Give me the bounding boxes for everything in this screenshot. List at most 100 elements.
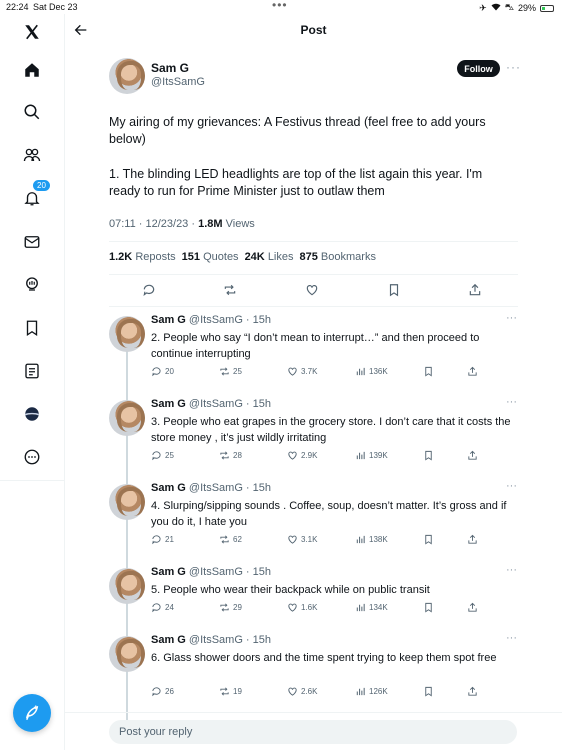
reply-count: 25 <box>165 451 174 460</box>
bookmarks-icon[interactable] <box>20 316 44 340</box>
repost-icon[interactable] <box>223 283 237 297</box>
views-icon[interactable]: 139K <box>355 450 388 461</box>
repost-icon[interactable]: 28 <box>219 450 242 461</box>
like-icon[interactable] <box>305 283 319 297</box>
post-text-line2: 1. The blinding LED headlights are top o… <box>109 167 483 198</box>
more-options-icon[interactable]: ··· <box>506 396 517 408</box>
follow-button[interactable]: Follow <box>457 60 500 77</box>
views-count: 134K <box>369 603 388 612</box>
like-count: 2.6K <box>301 687 318 696</box>
author-handle[interactable]: @ItsSamG <box>151 76 205 88</box>
lists-icon[interactable] <box>20 359 44 383</box>
reply-icon[interactable] <box>142 283 156 297</box>
home-icon[interactable] <box>20 58 44 82</box>
reply-author[interactable]: Sam G @ItsSamG · 15h <box>151 314 271 326</box>
notifications-icon[interactable]: 20 <box>20 179 51 210</box>
reposts-stat[interactable]: 1.2K Reposts <box>109 251 176 263</box>
like-count: 2.9K <box>301 451 318 460</box>
reply-author-meta: @ItsSamG · 15h <box>188 398 272 410</box>
share-icon[interactable] <box>467 602 478 613</box>
profile-icon[interactable] <box>20 402 44 426</box>
repost-icon[interactable]: 29 <box>219 602 242 613</box>
bookmark-icon[interactable] <box>423 686 434 697</box>
reply-author[interactable]: Sam G @ItsSamG · 15h <box>151 398 271 410</box>
reply-avatar[interactable] <box>109 316 145 352</box>
views-icon[interactable]: 138K <box>355 534 388 545</box>
share-icon[interactable] <box>467 534 478 545</box>
bookmark-icon[interactable] <box>387 283 401 297</box>
like-icon[interactable]: 2.6K <box>287 686 317 697</box>
repost-count: 19 <box>233 687 242 696</box>
repost-count: 29 <box>233 603 242 612</box>
communities-icon[interactable] <box>20 143 44 167</box>
bookmark-icon[interactable] <box>423 534 434 545</box>
share-icon[interactable] <box>467 366 478 377</box>
share-icon[interactable] <box>467 450 478 461</box>
sidebar-divider <box>0 480 65 481</box>
messages-icon[interactable] <box>20 230 44 254</box>
quotes-label: Quotes <box>203 251 239 263</box>
quotes-stat[interactable]: 151 Quotes <box>182 251 239 263</box>
post-timestamp[interactable]: 07:11 · 12/23/23 · <box>109 218 198 230</box>
multitask-dots[interactable]: ••• <box>272 0 288 12</box>
views-icon[interactable]: 134K <box>355 602 388 613</box>
more-options-icon[interactable]: ··· <box>506 480 517 492</box>
reply-avatar[interactable] <box>109 568 145 604</box>
reply-author-name: Sam G <box>151 482 186 494</box>
reply-icon[interactable]: 25 <box>151 450 174 461</box>
author-name[interactable]: Sam G <box>151 61 189 75</box>
repost-icon[interactable]: 25 <box>219 366 242 377</box>
bookmark-icon[interactable] <box>423 366 434 377</box>
like-icon[interactable]: 3.1K <box>287 534 317 545</box>
repost-count: 25 <box>233 367 242 376</box>
reply-avatar[interactable] <box>109 400 145 436</box>
reply-icon[interactable]: 26 <box>151 686 174 697</box>
bookmarks-stat[interactable]: 875 Bookmarks <box>300 251 376 263</box>
more-options-icon[interactable]: ··· <box>506 632 517 644</box>
views-label: Views <box>222 218 255 230</box>
post-stats: 1.2K Reposts 151 Quotes 24K Likes 875 Bo… <box>109 251 376 263</box>
reply-text: 2. People who say “I don’t mean to inter… <box>151 332 480 360</box>
reply-actions: 24 29 1.6K 134K <box>151 602 481 616</box>
reply-author[interactable]: Sam G @ItsSamG · 15h <box>151 566 271 578</box>
views-count: 139K <box>369 451 388 460</box>
search-icon[interactable] <box>20 100 44 124</box>
reply-icon[interactable]: 21 <box>151 534 174 545</box>
x-logo-icon[interactable] <box>20 20 44 44</box>
battery-percent: 29% <box>517 3 536 13</box>
author-avatar[interactable] <box>109 58 145 94</box>
status-date: Sat Dec 23 <box>33 2 78 12</box>
likes-stat[interactable]: 24K Likes <box>245 251 294 263</box>
repost-icon[interactable]: 62 <box>219 534 242 545</box>
like-count: 3.1K <box>301 535 318 544</box>
reply-author[interactable]: Sam G @ItsSamG · 15h <box>151 634 271 646</box>
more-options-icon[interactable]: ··· <box>506 312 517 324</box>
grok-icon[interactable] <box>20 272 44 296</box>
views-icon[interactable]: 136K <box>355 366 388 377</box>
bookmark-icon[interactable] <box>423 602 434 613</box>
reply-text: 5. People who wear their backpack while … <box>151 584 430 596</box>
more-options-icon[interactable]: ··· <box>506 564 517 576</box>
like-icon[interactable]: 3.7K <box>287 366 317 377</box>
views-icon[interactable]: 126K <box>355 686 388 697</box>
reply-icon[interactable]: 24 <box>151 602 174 613</box>
more-icon[interactable] <box>20 445 44 469</box>
more-options-icon[interactable]: ··· <box>506 60 521 74</box>
bookmark-icon[interactable] <box>423 450 434 461</box>
post-detail: Post Sam G @ItsSamG Follow ··· My airing… <box>65 14 562 750</box>
status-time: 22:24 <box>6 2 29 12</box>
reply-avatar[interactable] <box>109 484 145 520</box>
share-icon[interactable] <box>468 283 482 297</box>
divider <box>109 274 518 275</box>
reply-icon[interactable]: 20 <box>151 366 174 377</box>
like-icon[interactable]: 1.6K <box>287 602 317 613</box>
reply-input[interactable]: Post your reply <box>109 720 517 744</box>
header: Post <box>65 14 562 46</box>
reply-actions: 20 25 3.7K 136K <box>151 366 481 380</box>
repost-icon[interactable]: 19 <box>219 686 242 697</box>
reply-avatar[interactable] <box>109 636 145 672</box>
share-icon[interactable] <box>467 686 478 697</box>
compose-button[interactable] <box>13 694 51 732</box>
reply-author[interactable]: Sam G @ItsSamG · 15h <box>151 482 271 494</box>
like-icon[interactable]: 2.9K <box>287 450 317 461</box>
